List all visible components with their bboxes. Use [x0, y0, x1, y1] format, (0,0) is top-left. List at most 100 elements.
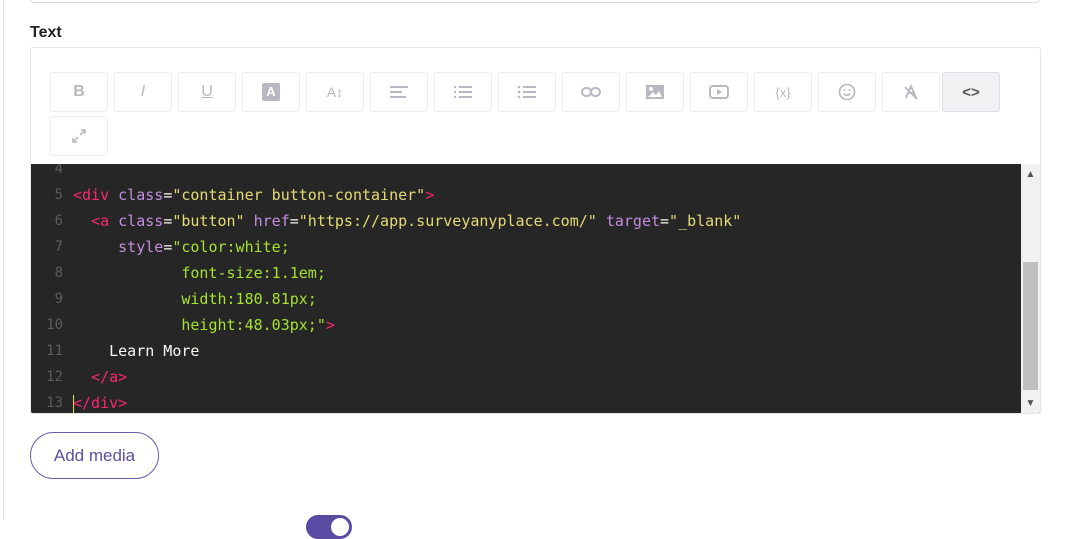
left-divider [3, 0, 4, 520]
code-line: 11 Learn More [31, 338, 1021, 364]
previous-field-input[interactable] [30, 0, 1040, 3]
line-number: 8 [54, 265, 63, 281]
expand-icon [70, 127, 88, 145]
line-number: 9 [54, 291, 63, 307]
code-token: > [425, 186, 435, 204]
code-scrollbar[interactable]: ▲ ▼ [1021, 164, 1040, 413]
code-line: 9 width:180.81px; [31, 286, 1021, 312]
add-media-button[interactable]: Add media [30, 432, 159, 479]
clear-format-icon [902, 83, 920, 101]
code-token: target [605, 212, 661, 230]
code-content: height:48.03px;"> [73, 312, 335, 338]
line-number: 12 [46, 369, 63, 385]
bold-button[interactable]: B [50, 72, 108, 112]
emoji-icon [838, 83, 856, 101]
code-content: <div class="container button-container"> [73, 182, 434, 208]
code-token: = [163, 238, 173, 256]
code-token: <div [73, 186, 119, 204]
code-token: > [325, 316, 335, 334]
code-token: </div> [73, 394, 128, 412]
code-line: 6 <a class="button" href="https://app.su… [31, 208, 1021, 234]
code-token: "color:white; [172, 238, 290, 256]
code-line: 5 <div class="container button-container"… [31, 182, 1021, 208]
code-line: 12 </a> [31, 364, 1021, 390]
video-icon [709, 84, 729, 100]
rich-text-editor: B I U A A↕ {x} <> 4 5 <div class="contai… [30, 47, 1041, 414]
emoji-button[interactable] [818, 72, 876, 112]
code-token: class [118, 212, 164, 230]
code-token: height:48.03px;" [181, 316, 326, 334]
code-token: = [289, 212, 299, 230]
code-token: = [163, 212, 173, 230]
italic-button[interactable]: I [114, 72, 172, 112]
code-line: 10 height:48.03px;"> [31, 312, 1021, 338]
code-line: 4 [31, 164, 1021, 182]
code-content: Learn More [73, 338, 199, 364]
code-token: href [253, 212, 290, 230]
code-content: </a> [73, 364, 127, 390]
underline-icon: U [201, 83, 213, 100]
image-icon [645, 84, 665, 100]
unordered-list-button[interactable] [498, 72, 556, 112]
code-content: font-size:1.1em; [73, 260, 326, 286]
underline-button[interactable]: U [178, 72, 236, 112]
variable-button[interactable]: {x} [754, 72, 812, 112]
link-icon [581, 86, 601, 98]
bold-icon: B [73, 83, 85, 100]
text-color-button[interactable]: A [242, 72, 300, 112]
code-token: = [163, 186, 173, 204]
scroll-up-arrow-icon[interactable]: ▲ [1021, 164, 1040, 184]
line-number: 4 [54, 164, 63, 177]
clear-format-button[interactable] [882, 72, 940, 112]
align-left-icon [389, 85, 409, 99]
italic-icon: I [140, 83, 146, 100]
code-token: "button" [172, 212, 245, 230]
text-section-label: Text [30, 24, 62, 41]
video-button[interactable] [690, 72, 748, 112]
ordered-list-icon [453, 85, 473, 99]
code-token: class [118, 186, 164, 204]
link-button[interactable] [562, 72, 620, 112]
ordered-list-button[interactable] [434, 72, 492, 112]
code-token: "https://app.surveyanyplace.com/" [298, 212, 597, 230]
code-line: 7 style="color:white; [31, 234, 1021, 260]
line-number: 11 [46, 343, 63, 359]
font-size-button[interactable]: A↕ [306, 72, 364, 112]
code-line: 8 font-size:1.1em; [31, 260, 1021, 286]
code-icon: <> [962, 83, 980, 101]
code-token: <a [91, 212, 119, 230]
code-token: style [118, 238, 164, 256]
code-token: Learn More [73, 342, 200, 360]
fullscreen-button[interactable] [50, 116, 108, 156]
line-number: 13 [46, 395, 63, 411]
code-token: font-size:1.1em; [181, 264, 326, 282]
font-size-icon: A↕ [326, 84, 344, 100]
code-content: <a class="button" href="https://app.surv… [73, 208, 741, 234]
code-token: "container button-container" [172, 186, 426, 204]
editor-toolbar: B I U A A↕ {x} <> [31, 48, 1040, 164]
code-content: style="color:white; [73, 234, 290, 260]
unordered-list-icon [517, 85, 537, 99]
html-code-view[interactable]: 4 5 <div class="container button-container… [31, 164, 1040, 413]
toggle-switch[interactable] [306, 515, 352, 539]
line-number: 6 [54, 213, 63, 229]
code-content: width:180.81px; [73, 286, 317, 312]
code-token: = [660, 212, 670, 230]
code-lines: 4 5 <div class="container button-container… [31, 164, 1021, 413]
code-view-button[interactable]: <> [942, 72, 1000, 112]
scroll-thumb[interactable] [1023, 262, 1038, 390]
text-color-icon: A [262, 83, 280, 101]
scroll-down-arrow-icon[interactable]: ▼ [1021, 393, 1040, 413]
align-button[interactable] [370, 72, 428, 112]
code-token: width:180.81px; [181, 290, 317, 308]
image-button[interactable] [626, 72, 684, 112]
line-number: 10 [46, 317, 63, 333]
code-token: </a> [91, 368, 128, 386]
